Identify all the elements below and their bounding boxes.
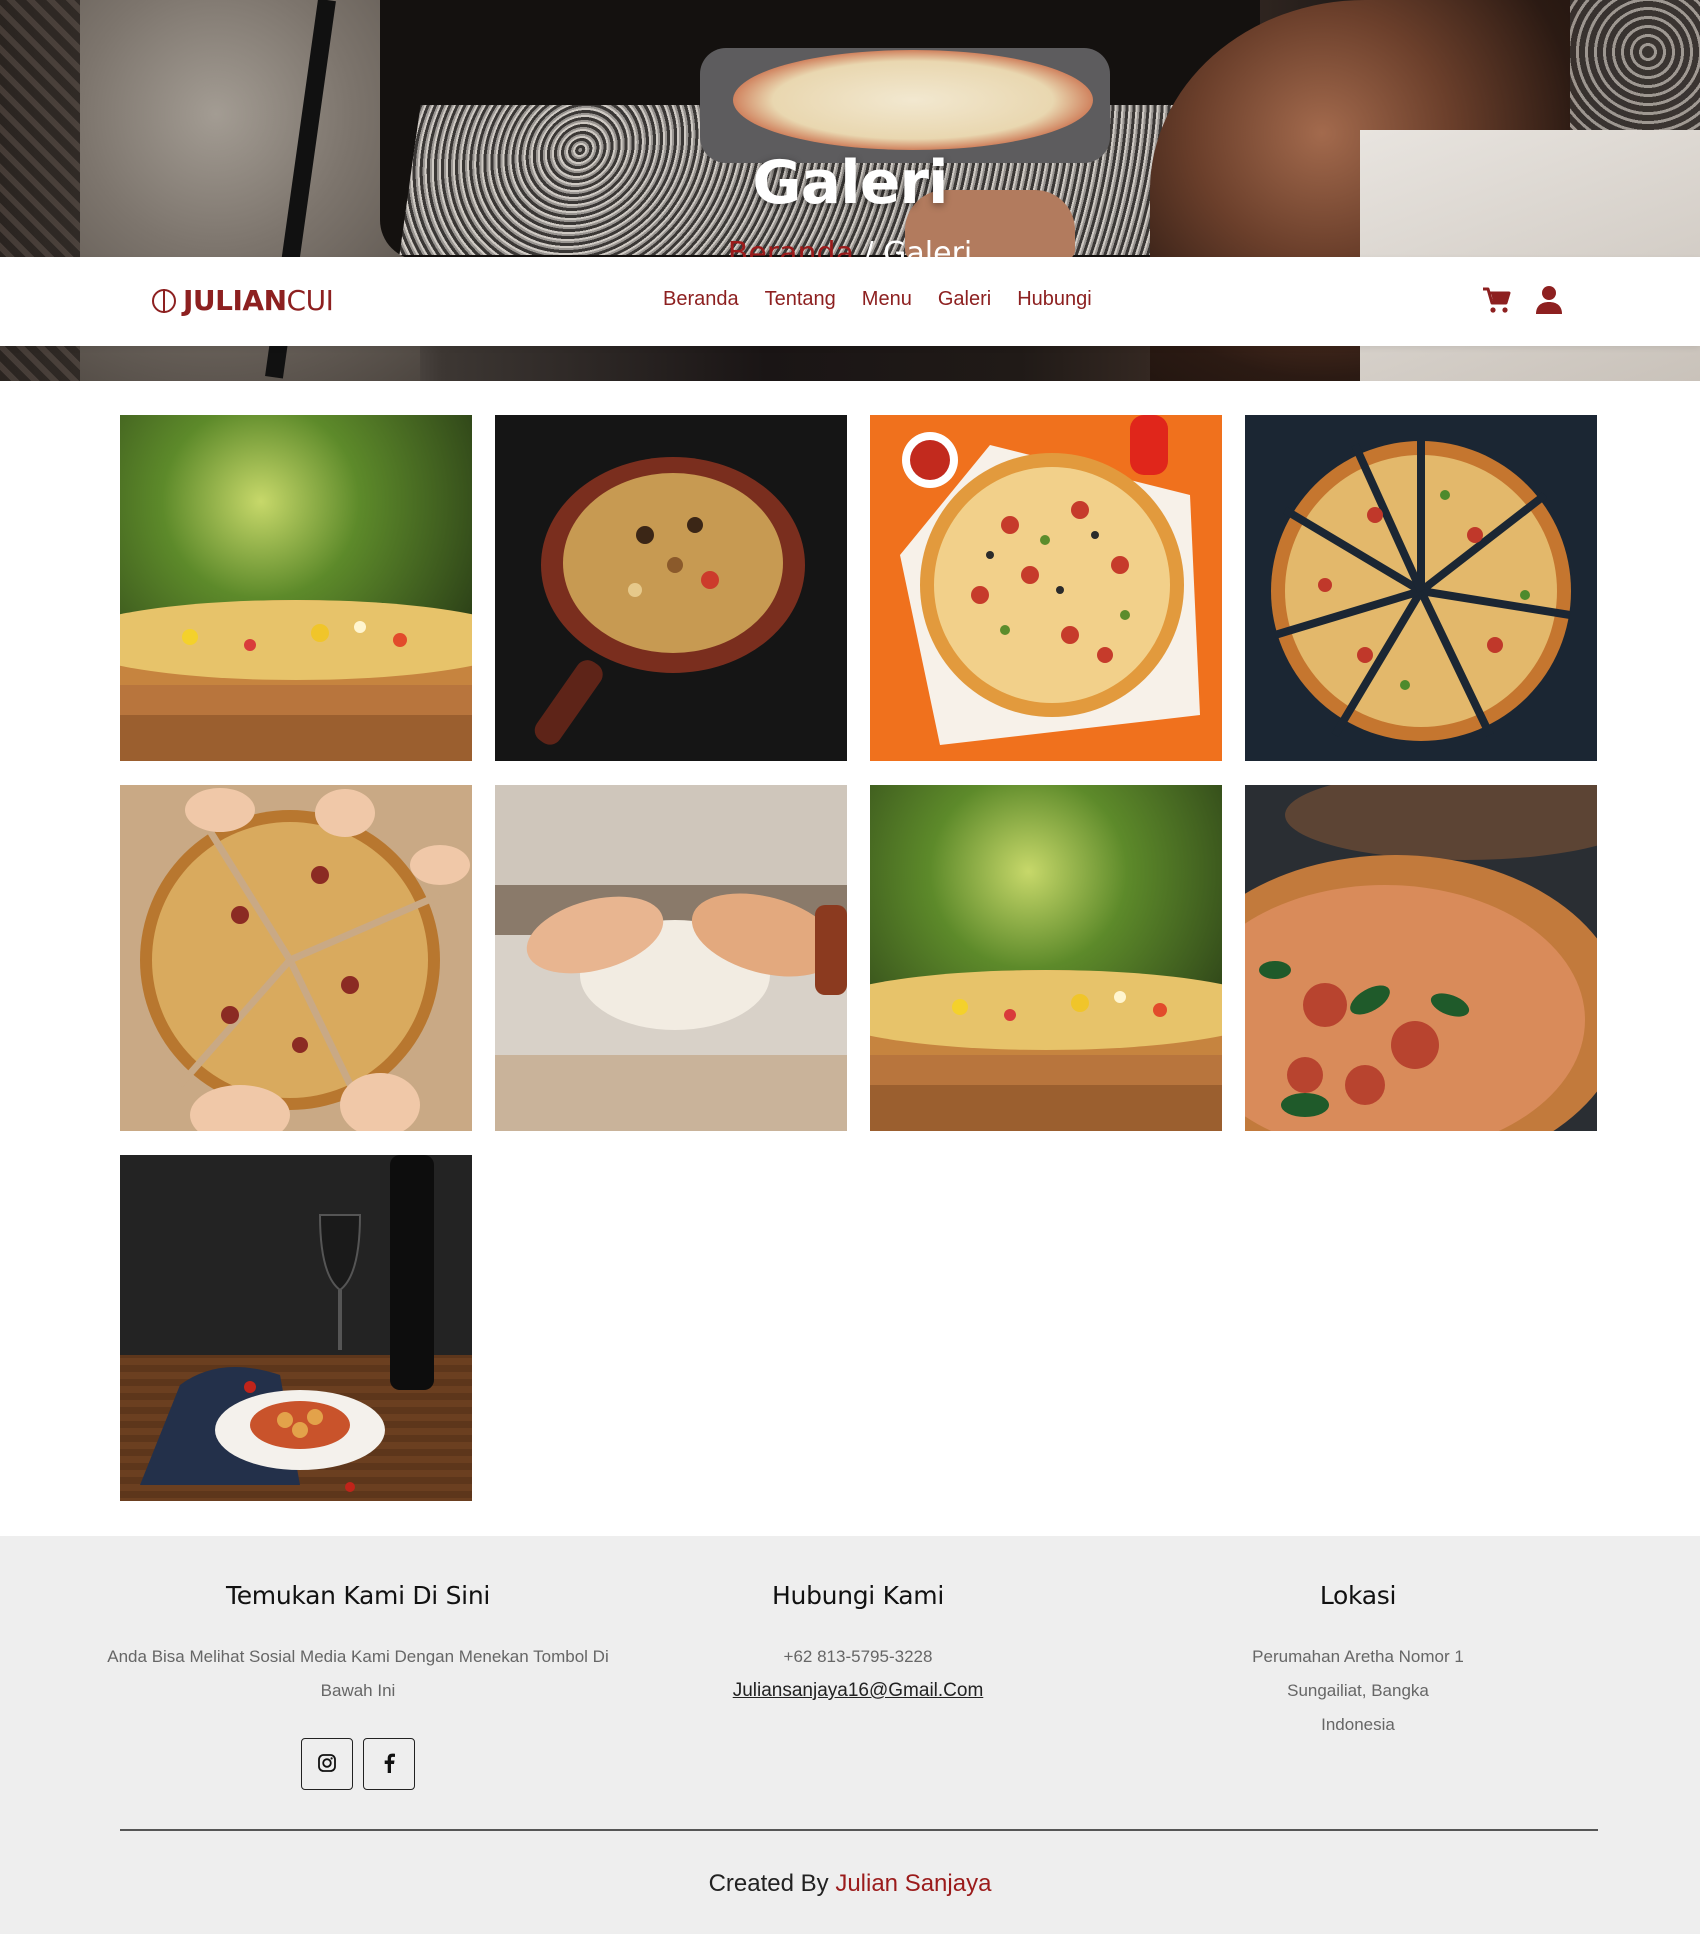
gallery-grid	[120, 415, 1598, 1501]
footer-address-line3: Indonesia	[1321, 1715, 1395, 1734]
footer-phone: +62 813-5795-3228	[783, 1647, 933, 1666]
footer-address-line2: Sungailiat, Bangka	[1287, 1681, 1429, 1700]
page-title: Galeri	[752, 148, 948, 218]
footer-location-title: Lokasi	[1319, 1581, 1397, 1610]
social-buttons	[98, 1738, 618, 1790]
footer-social-column: Temukan Kami Di Sini Anda Bisa Melihat S…	[98, 1581, 618, 1790]
footer-location-column: Lokasi Perumahan Aretha Nomor 1 Sungaili…	[1098, 1581, 1618, 1742]
footer: Temukan Kami Di Sini Anda Bisa Melihat S…	[0, 1536, 1700, 1934]
footer-contact-title: Hubungi Kami	[772, 1581, 944, 1610]
nav-link-beranda[interactable]: Beranda	[663, 288, 739, 311]
footer-contact-column: Hubungi Kami +62 813-5795-3228 Juliansan…	[598, 1581, 1118, 1702]
credit-author[interactable]: Julian Sanjaya	[835, 1870, 991, 1897]
gallery-image-6[interactable]	[495, 785, 847, 1131]
logo-icon	[152, 288, 176, 313]
gallery-image-1[interactable]	[120, 415, 472, 761]
gallery-image-4[interactable]	[1245, 415, 1597, 761]
hero-bg-ornament	[1570, 0, 1700, 130]
nav-icons	[1482, 285, 1564, 315]
user-icon[interactable]	[1534, 285, 1564, 315]
cart-icon[interactable]	[1482, 285, 1512, 315]
gallery-image-2[interactable]	[495, 415, 847, 761]
footer-email-link[interactable]: Juliansanjaya16@Gmail.Com	[733, 1680, 984, 1702]
gallery-image-9[interactable]	[120, 1155, 472, 1501]
gallery-image-3[interactable]	[870, 415, 1222, 761]
credit-prefix: Created By	[708, 1870, 836, 1897]
instagram-icon	[317, 1753, 337, 1776]
nav-link-galeri[interactable]: Galeri	[938, 288, 991, 311]
logo[interactable]: JULIANCUI	[152, 284, 334, 317]
gallery-image-7[interactable]	[870, 785, 1222, 1131]
navbar: JULIANCUI Beranda Tentang Menu Galeri Hu…	[0, 257, 1700, 346]
footer-address-line1: Perumahan Aretha Nomor 1	[1252, 1647, 1464, 1666]
gallery-image-5[interactable]	[120, 785, 472, 1131]
footer-social-desc: Anda Bisa Melihat Sosial Media Kami Deng…	[107, 1647, 609, 1700]
hero-bg-pizza	[733, 50, 1093, 150]
nav-link-hubungi[interactable]: Hubungi	[1017, 288, 1092, 311]
footer-divider	[120, 1829, 1598, 1831]
facebook-button[interactable]	[363, 1738, 415, 1790]
footer-credit: Created By Julian Sanjaya	[0, 1870, 1700, 1898]
nav-links: Beranda Tentang Menu Galeri Hubungi	[663, 288, 1092, 311]
gallery-image-8[interactable]	[1245, 785, 1597, 1131]
logo-text: JULIANCUI	[183, 284, 334, 317]
facebook-icon	[379, 1752, 399, 1777]
footer-social-title: Temukan Kami Di Sini	[225, 1581, 491, 1610]
nav-link-tentang[interactable]: Tentang	[765, 288, 836, 311]
nav-link-menu[interactable]: Menu	[862, 288, 912, 311]
instagram-button[interactable]	[301, 1738, 353, 1790]
